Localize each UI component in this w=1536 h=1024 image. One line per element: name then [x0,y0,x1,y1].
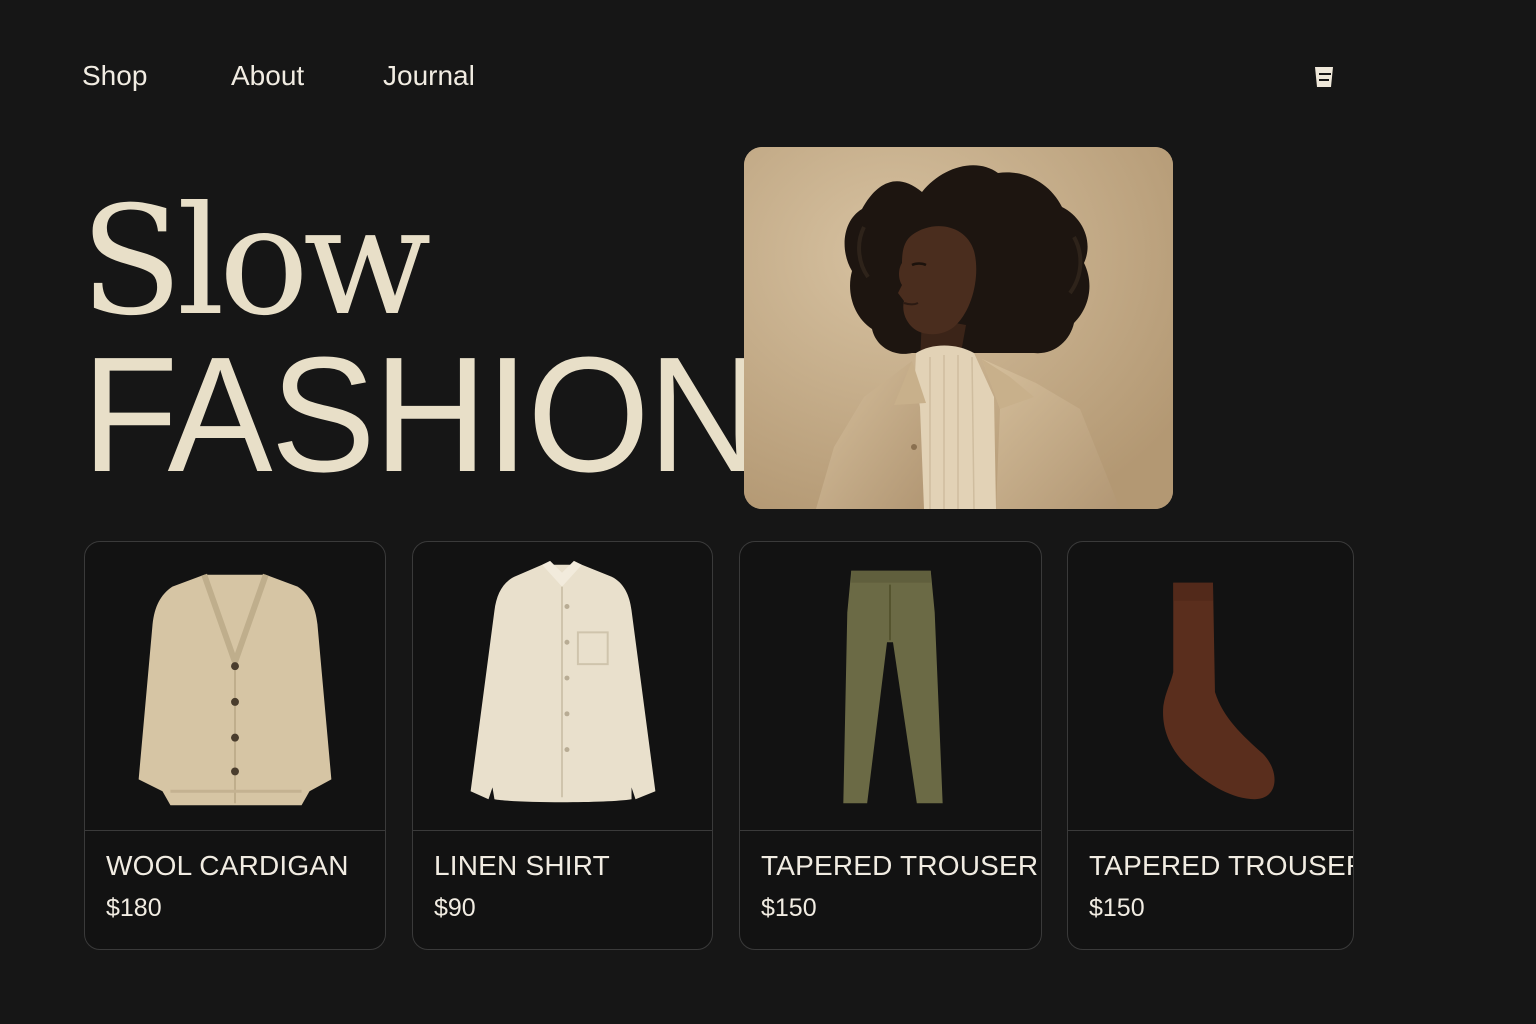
product-price: $150 [1089,894,1145,922]
product-card-linen-shirt[interactable]: LINEN SHIRT $90 [412,541,713,950]
product-card-sock[interactable]: TAPERED TROUSER $150 [1067,541,1354,950]
nav-link-journal[interactable]: Journal [383,58,475,94]
hero-title-fashion: FASHION [82,323,762,506]
nav-link-about[interactable]: About [231,58,304,94]
shopping-bag-icon[interactable] [1312,64,1336,90]
cardigan-image [85,542,385,831]
hero-title-slow: Slow [80,175,431,349]
product-card-wool-cardigan[interactable]: WOOL CARDIGAN $180 [84,541,386,950]
hero-model-photo [744,147,1173,509]
product-price: $90 [434,894,476,922]
sock-image [1068,542,1353,831]
nav-link-shop[interactable]: Shop [82,58,147,94]
trouser-image [740,542,1041,831]
product-name: TAPERED TROUSER [761,850,1039,881]
product-name: TAPERED TROUSER [1089,850,1354,881]
product-price: $180 [106,894,162,922]
product-card-tapered-trouser[interactable]: TAPERED TROUSER $150 [739,541,1042,950]
shirt-image [413,542,712,831]
product-name: WOOL CARDIGAN [106,850,349,881]
product-price: $150 [761,894,817,922]
product-name: LINEN SHIRT [434,850,610,881]
